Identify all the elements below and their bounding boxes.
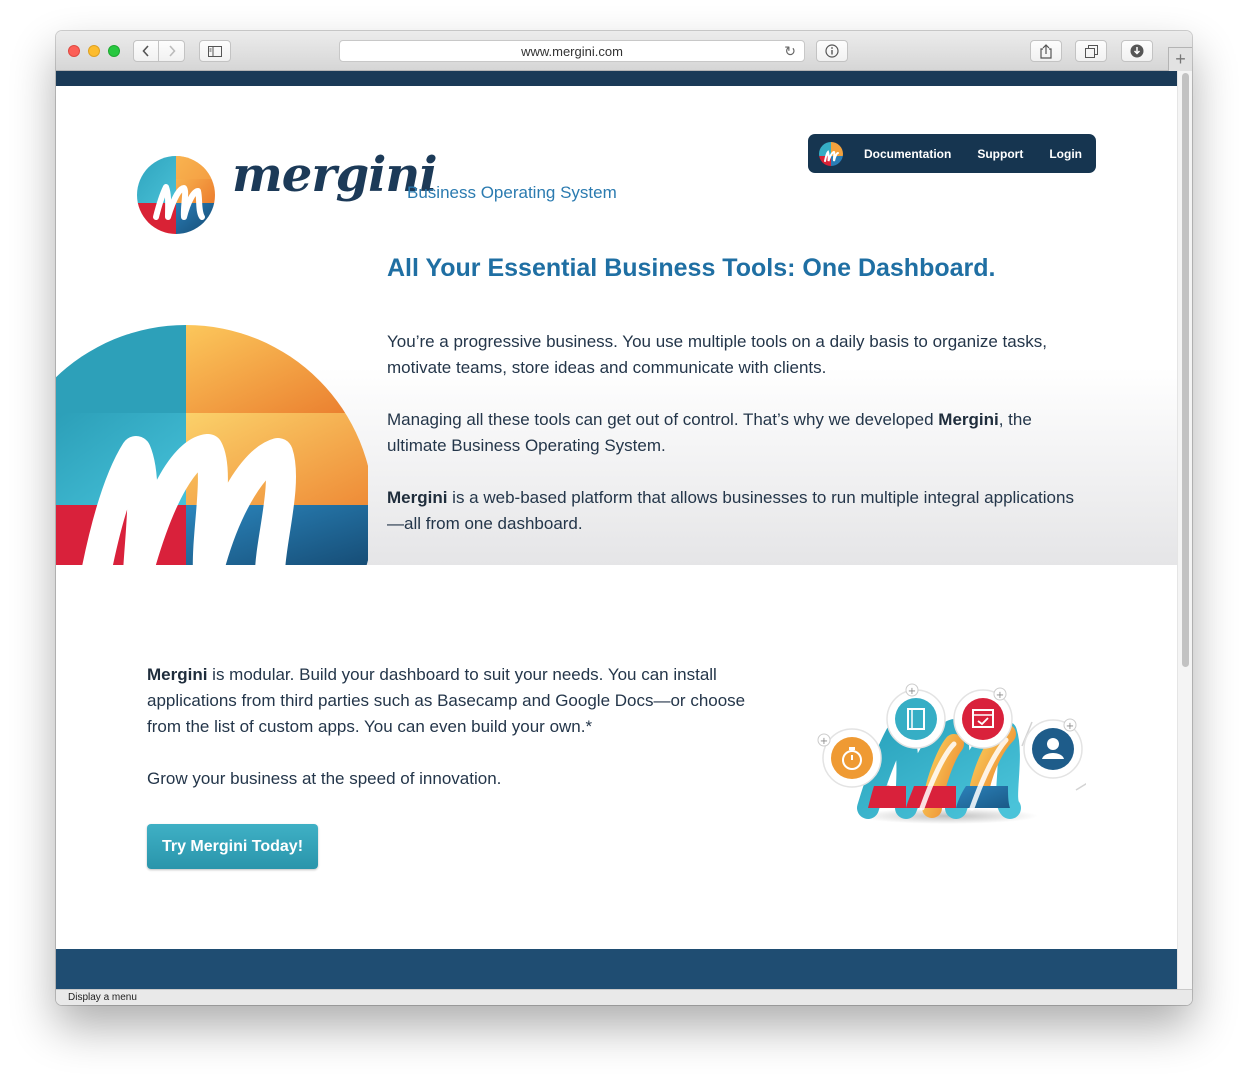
tagline: Business Operating System [407, 183, 617, 202]
hero-mergini-m-graphic [56, 325, 368, 565]
hero-paragraph-3: Mergini is a web-based platform that all… [387, 488, 1074, 533]
svg-text:+: + [908, 686, 916, 697]
hero-paragraph-1: You’re a progressive business. You use m… [387, 332, 1047, 377]
grow-paragraph: Grow your business at the speed of innov… [147, 769, 502, 788]
browser-toolbar: www.mergini.com ↻ + [56, 31, 1192, 71]
download-icon [1130, 44, 1144, 58]
nav-documentation[interactable]: Documentation [864, 147, 951, 161]
nav-support[interactable]: Support [977, 147, 1023, 161]
close-window-button[interactable] [68, 45, 80, 57]
sidebar-icon [208, 45, 222, 57]
chevron-right-icon [168, 45, 176, 57]
footer-band [56, 949, 1177, 989]
browser-window: www.mergini.com ↻ + mergini Business Ope… [56, 31, 1192, 1005]
top-strip [56, 71, 1177, 86]
share-button[interactable] [1030, 40, 1062, 62]
svg-text:+: + [1066, 721, 1074, 732]
modular-apps-graphic: + + + + [817, 683, 1086, 824]
reload-icon[interactable]: ↻ [784, 43, 796, 60]
tabs-icon [1084, 44, 1098, 58]
minimize-window-button[interactable] [88, 45, 100, 57]
try-mergini-button[interactable]: Try Mergini Today! [147, 824, 318, 869]
scrollbar-thumb[interactable] [1182, 73, 1189, 667]
page-viewport: mergini Business Operating System Docume… [56, 71, 1177, 989]
address-bar[interactable]: www.mergini.com ↻ [339, 40, 805, 62]
svg-text:+: + [996, 690, 1004, 701]
nav-logo-icon[interactable] [818, 141, 844, 167]
maximize-window-button[interactable] [108, 45, 120, 57]
downloads-button[interactable] [1121, 40, 1153, 62]
back-button[interactable] [133, 40, 159, 62]
nav-login[interactable]: Login [1049, 147, 1082, 161]
notebook-icon[interactable]: + [886, 683, 946, 749]
info-icon [825, 44, 839, 58]
info-button[interactable] [816, 40, 848, 62]
new-tab-button[interactable]: + [1168, 47, 1192, 71]
mergini-logo-icon[interactable] [136, 155, 216, 235]
vertical-scrollbar[interactable] [1177, 71, 1192, 989]
url-text: www.mergini.com [521, 43, 623, 59]
share-icon [1040, 43, 1052, 59]
calendar-icon[interactable]: + [953, 687, 1013, 749]
hero-title: All Your Essential Business Tools: One D… [387, 254, 996, 282]
svg-text:+: + [820, 736, 828, 747]
hero-paragraph-2: Managing all these tools can get out of … [387, 410, 1032, 455]
stopwatch-icon[interactable]: + [817, 728, 882, 788]
forward-button[interactable] [159, 40, 185, 62]
mergini-wordmark[interactable]: mergini [232, 147, 438, 203]
show-tabs-button[interactable] [1075, 40, 1107, 62]
sidebar-toggle-button[interactable] [199, 40, 231, 62]
chevron-left-icon [142, 45, 149, 57]
top-nav: Documentation Support Login [808, 134, 1096, 173]
status-bar: Display a menu [56, 989, 1192, 1005]
user-icon[interactable]: + [1023, 718, 1083, 779]
modular-paragraph: Mergini is modular. Build your dashboard… [147, 665, 746, 736]
